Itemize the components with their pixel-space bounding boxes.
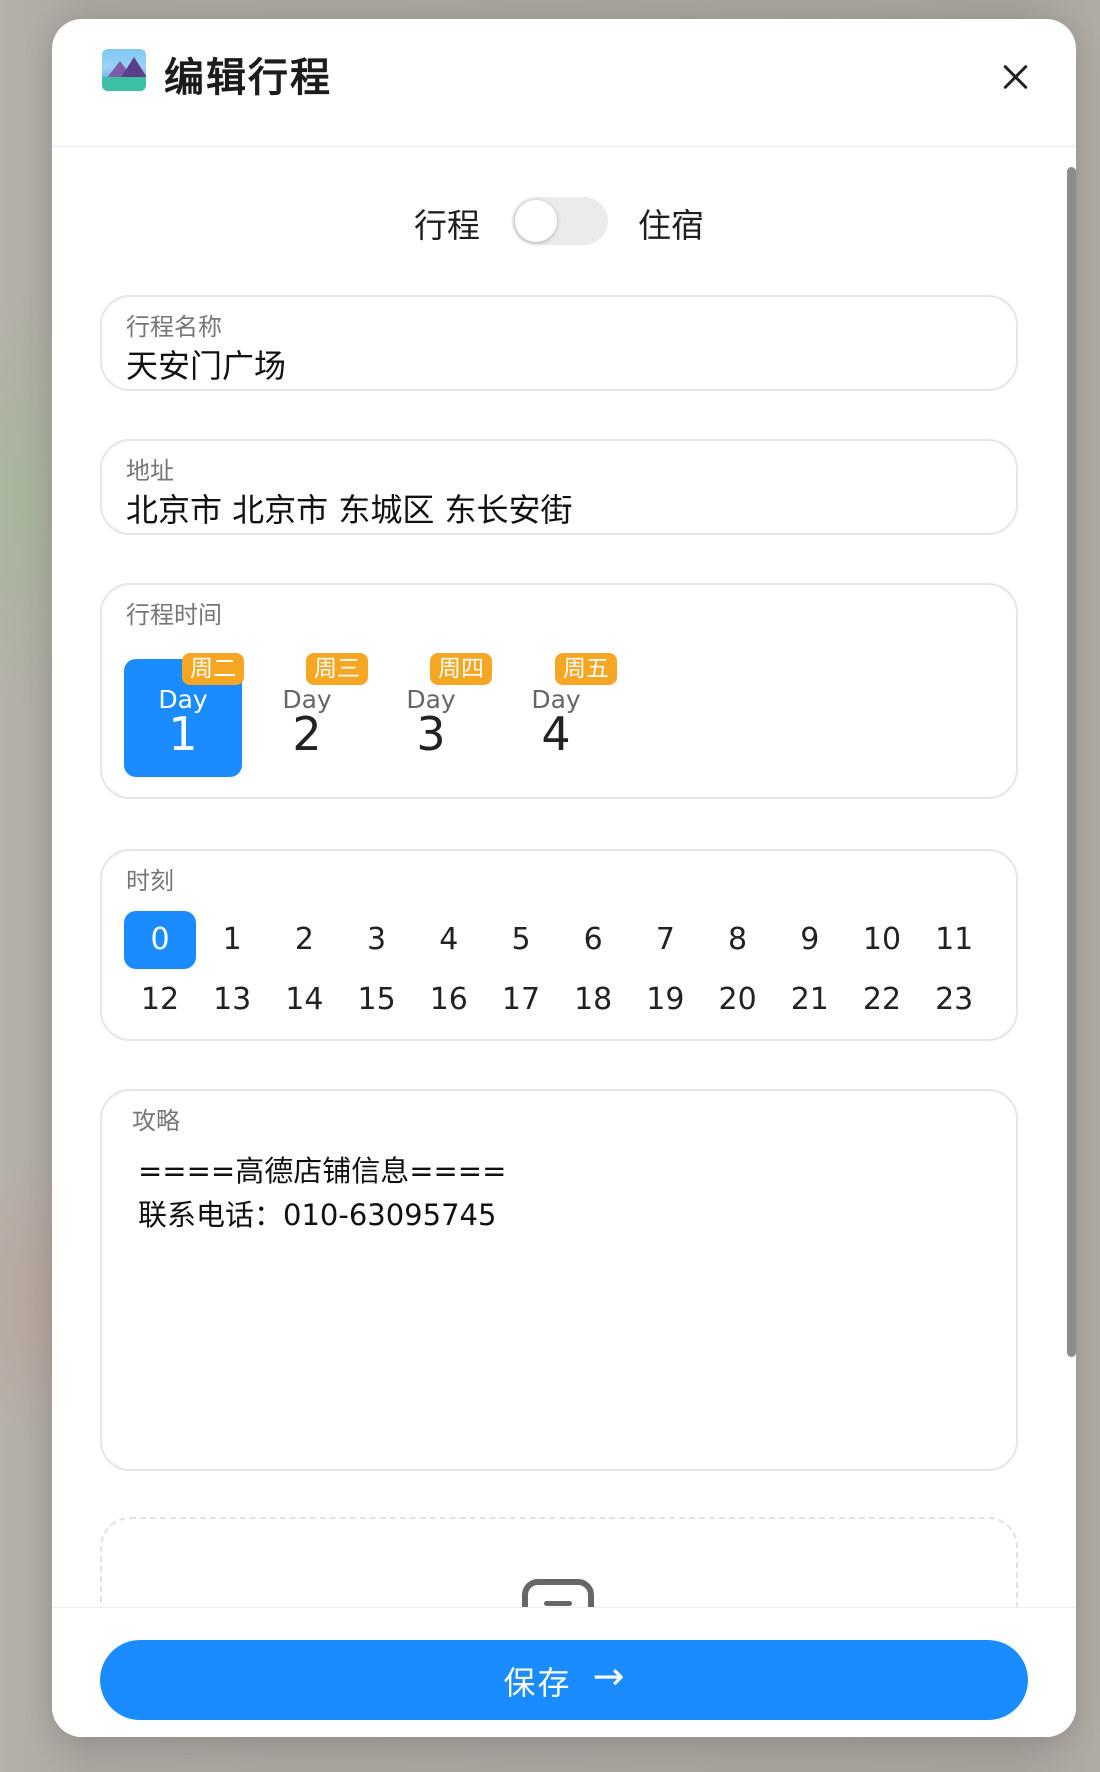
day-option-2[interactable]: 周三 Day 2 (248, 653, 368, 777)
hour-option-4[interactable]: 4 (413, 911, 485, 969)
notes-line: ====高德店铺信息==== (138, 1154, 507, 1188)
image-upload-icon (522, 1579, 594, 1607)
mode-label-lodging: 住宿 (638, 206, 704, 245)
save-button[interactable]: 保存 → (100, 1640, 1028, 1720)
weekday-badge: 周四 (430, 653, 492, 685)
mode-toggle-switch[interactable] (512, 197, 608, 245)
day-number: 1 (168, 707, 198, 761)
itinerary-name-field[interactable]: 行程名称 天安门广场 (100, 295, 1018, 391)
dialog-body: 行程 住宿 行程名称 天安门广场 地址 北京市 北京市 东城区 东长安街 行程时… (52, 147, 1076, 1607)
scrollbar[interactable] (1067, 167, 1076, 1357)
toggle-knob (515, 200, 557, 242)
day-option-3[interactable]: 周四 Day 3 (372, 653, 492, 777)
guide-notes-textarea[interactable]: ====高德店铺信息==== 联系电话：010-63095745 (138, 1149, 506, 1237)
hour-option-23[interactable]: 23 (918, 971, 990, 1029)
hour-option-13[interactable]: 13 (196, 971, 268, 1029)
save-label: 保存 (503, 1664, 572, 1702)
day-number: 2 (292, 707, 322, 761)
arrow-right-icon: → (592, 1654, 625, 1698)
hour-option-14[interactable]: 14 (268, 971, 340, 1029)
hour-option-21[interactable]: 21 (774, 971, 846, 1029)
landscape-icon (102, 49, 146, 91)
field-label: 行程时间 (126, 601, 222, 629)
day-option-4[interactable]: 周五 Day 4 (497, 653, 617, 777)
dialog-header: 编辑行程 (52, 19, 1076, 147)
hour-option-22[interactable]: 22 (846, 971, 918, 1029)
hour-option-1[interactable]: 1 (196, 911, 268, 969)
hour-option-5[interactable]: 5 (485, 911, 557, 969)
time-of-day-field: 时刻 0 1 2 3 4 5 6 7 8 9 10 11 12 13 14 15 16 17 18 19 20 21 22 2… (100, 849, 1018, 1041)
hour-option-2[interactable]: 2 (268, 911, 340, 969)
field-label: 行程名称 (126, 313, 222, 341)
hour-option-7[interactable]: 7 (629, 911, 701, 969)
address-input[interactable]: 北京市 北京市 东城区 东长安街 (126, 485, 573, 531)
hour-option-9[interactable]: 9 (774, 911, 846, 969)
mode-toggle-row: 行程 住宿 (52, 197, 1076, 247)
field-label: 地址 (126, 457, 174, 485)
hour-option-17[interactable]: 17 (485, 971, 557, 1029)
day-number: 4 (541, 707, 571, 761)
weekday-badge: 周二 (182, 653, 244, 685)
weekday-badge: 周五 (555, 653, 617, 685)
hour-option-12[interactable]: 12 (124, 971, 196, 1029)
weekday-badge: 周三 (306, 653, 368, 685)
hour-option-16[interactable]: 16 (413, 971, 485, 1029)
hour-option-20[interactable]: 20 (702, 971, 774, 1029)
dialog-footer: 保存 → (52, 1607, 1076, 1737)
hour-option-18[interactable]: 18 (557, 971, 629, 1029)
hour-option-8[interactable]: 8 (702, 911, 774, 969)
hour-option-11[interactable]: 11 (918, 911, 990, 969)
hour-option-19[interactable]: 19 (629, 971, 701, 1029)
notes-line: 联系电话：010-63095745 (138, 1198, 497, 1232)
close-icon[interactable] (1002, 63, 1030, 91)
guide-notes-field[interactable]: 攻略 ====高德店铺信息==== 联系电话：010-63095745 (100, 1089, 1018, 1471)
hour-option-6[interactable]: 6 (557, 911, 629, 969)
itinerary-days-field: 行程时间 周二 Day 1 周三 Day 2 周四 Day 3 周五 Day 4 (100, 583, 1018, 799)
day-number: 3 (416, 707, 446, 761)
hour-option-15[interactable]: 15 (341, 971, 413, 1029)
itinerary-name-input[interactable]: 天安门广场 (126, 341, 286, 387)
hour-option-10[interactable]: 10 (846, 911, 918, 969)
edit-itinerary-dialog: 编辑行程 行程 住宿 行程名称 天安门广场 地址 北京市 北京市 东城区 东长安… (52, 19, 1076, 1737)
field-label: 时刻 (126, 867, 174, 895)
field-label: 攻略 (132, 1107, 180, 1135)
mode-label-itinerary: 行程 (414, 206, 480, 245)
address-field[interactable]: 地址 北京市 北京市 东城区 东长安街 (100, 439, 1018, 535)
hour-option-0[interactable]: 0 (124, 911, 196, 969)
image-upload-area[interactable] (100, 1517, 1018, 1607)
dialog-title: 编辑行程 (164, 55, 332, 101)
hour-option-3[interactable]: 3 (341, 911, 413, 969)
day-option-1[interactable]: 周二 Day 1 (124, 653, 244, 777)
